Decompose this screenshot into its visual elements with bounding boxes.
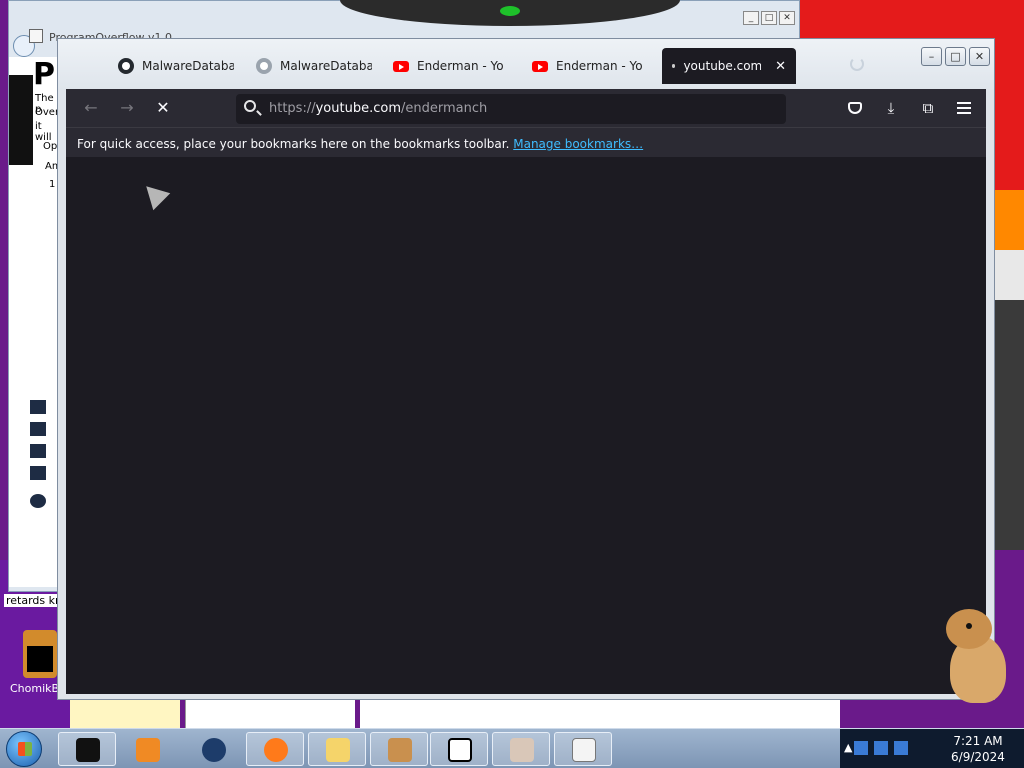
back-icon[interactable]: ← bbox=[80, 97, 102, 119]
nav-toolbar: ← → ✕ https://youtube.com/endermanch ⤓ ⧉ bbox=[66, 89, 986, 127]
taskbar-app-black-window[interactable] bbox=[58, 732, 116, 766]
wallpaper-orange-block bbox=[995, 190, 1024, 250]
bookmarks-message: For quick access, place your bookmarks h… bbox=[77, 137, 510, 151]
taskbar-app-earth[interactable] bbox=[184, 732, 242, 766]
paint-icon bbox=[572, 738, 596, 762]
desktop-text-strip: retards kn bbox=[4, 594, 64, 607]
leaf-icon bbox=[500, 6, 520, 16]
clock[interactable]: 7:21 AM 6/9/2024 bbox=[944, 733, 1012, 765]
github-icon bbox=[256, 58, 272, 74]
monitor-icon[interactable] bbox=[30, 422, 46, 436]
url-path: /endermanch bbox=[400, 101, 488, 116]
tab-enderman-youtube-2[interactable]: Enderman - YouTube bbox=[522, 48, 652, 84]
wallpaper-yellow-block bbox=[70, 700, 180, 728]
hamster-icon bbox=[388, 738, 412, 762]
group-label: Op bbox=[43, 141, 58, 152]
tab-label: MalwareDatabase bbox=[142, 59, 234, 73]
windows-logo-icon bbox=[18, 742, 32, 756]
cat-icon bbox=[510, 738, 534, 762]
loading-dot-icon bbox=[672, 64, 676, 68]
tab-close-icon[interactable]: ✕ bbox=[775, 59, 786, 74]
window-controls: _ □ ✕ bbox=[743, 11, 795, 25]
firefox-icon bbox=[264, 738, 288, 762]
app-icon bbox=[29, 29, 43, 43]
loading-spinner-icon bbox=[850, 57, 864, 71]
maximize-button[interactable]: □ bbox=[945, 47, 966, 66]
monitor-icon[interactable] bbox=[30, 466, 46, 480]
taskbar-app-cat[interactable] bbox=[492, 732, 550, 766]
tab-label: Enderman - YouTube bbox=[556, 59, 642, 73]
tab-label: youtube.com/e bbox=[683, 59, 762, 73]
tray-app-icon[interactable] bbox=[894, 741, 908, 755]
close-button[interactable]: ✕ bbox=[969, 47, 990, 66]
taskbar-app-paint[interactable] bbox=[554, 732, 612, 766]
taskbar-app-firefox[interactable] bbox=[246, 732, 304, 766]
tab-malwaredatabase-1[interactable]: MalwareDatabase bbox=[108, 48, 244, 84]
hamster-eye bbox=[966, 623, 972, 629]
folder-icon[interactable] bbox=[30, 400, 46, 414]
tab-enderman-youtube-1[interactable]: Enderman - YouTube bbox=[383, 48, 513, 84]
url-text[interactable]: https://youtube.com/endermanch bbox=[269, 101, 487, 116]
clock-time: 7:21 AM bbox=[953, 734, 1003, 748]
wallpaper-white-block bbox=[185, 700, 355, 728]
start-button[interactable] bbox=[6, 731, 42, 767]
tray-app-icon[interactable] bbox=[854, 741, 868, 755]
forward-icon[interactable]: → bbox=[116, 97, 138, 119]
tab-label: MalwareDatabase bbox=[280, 59, 372, 73]
page-content[interactable] bbox=[66, 157, 986, 694]
tray-icons bbox=[854, 741, 908, 755]
tab-youtube-active[interactable]: youtube.com/e ✕ bbox=[662, 48, 796, 84]
url-bar[interactable]: https://youtube.com/endermanch bbox=[236, 94, 786, 124]
manage-bookmarks-link[interactable]: Manage bookmarks… bbox=[513, 137, 643, 151]
firefox-window[interactable]: MalwareDatabase MalwareDatabase Enderman… bbox=[57, 38, 995, 700]
chomik-icon bbox=[23, 630, 57, 678]
youtube-icon bbox=[393, 60, 409, 72]
clock-date: 6/9/2024 bbox=[951, 750, 1005, 764]
taskbar-app-7zip[interactable] bbox=[430, 732, 488, 766]
bookmarks-toolbar: For quick access, place your bookmarks h… bbox=[66, 127, 986, 157]
maximize-button[interactable]: □ bbox=[761, 11, 777, 25]
folder-icon bbox=[326, 738, 350, 762]
menu-icon[interactable] bbox=[954, 98, 974, 118]
wallpaper-white-block-2 bbox=[360, 700, 840, 728]
stop-icon[interactable]: ✕ bbox=[152, 97, 174, 119]
tree-item-icons bbox=[30, 400, 46, 516]
dark-side-bar bbox=[9, 75, 33, 165]
minimize-button[interactable]: _ bbox=[743, 11, 759, 25]
7zip-icon bbox=[448, 738, 472, 762]
network-icon[interactable] bbox=[30, 494, 46, 508]
pocket-icon[interactable] bbox=[845, 98, 865, 118]
hamster-head bbox=[946, 609, 992, 649]
tab-strip: MalwareDatabase MalwareDatabase Enderman… bbox=[58, 39, 994, 89]
earth-icon bbox=[202, 738, 226, 762]
taskbar-app-media[interactable] bbox=[118, 732, 176, 766]
extensions-icon[interactable]: ⧉ bbox=[918, 98, 938, 118]
field-value[interactable]: 1 bbox=[49, 179, 55, 190]
monitor-icon[interactable] bbox=[30, 444, 46, 458]
mouse-cursor-icon bbox=[137, 177, 171, 211]
search-icon bbox=[244, 100, 256, 112]
hamster-mascot[interactable] bbox=[940, 605, 1010, 705]
wallpaper-white-strip bbox=[995, 250, 1024, 300]
tab-malwaredatabase-2[interactable]: MalwareDatabase bbox=[246, 48, 382, 84]
github-icon bbox=[118, 58, 134, 74]
tab-label: Enderman - YouTube bbox=[417, 59, 503, 73]
show-hidden-icons-icon[interactable]: ▲ bbox=[844, 741, 852, 754]
media-player-icon bbox=[136, 738, 160, 762]
youtube-icon bbox=[532, 60, 548, 72]
url-host: youtube.com bbox=[315, 101, 401, 116]
window-controls: – □ ✕ bbox=[921, 47, 990, 66]
panel-text-line: Over bbox=[35, 107, 60, 118]
system-tray: ▲ 7:21 AM 6/9/2024 bbox=[840, 729, 1024, 768]
taskbar-app-explorer[interactable] bbox=[308, 732, 366, 766]
black-window-icon bbox=[76, 738, 100, 762]
minimize-button[interactable]: – bbox=[921, 47, 942, 66]
taskbar-app-hamster[interactable] bbox=[370, 732, 428, 766]
url-protocol: https:// bbox=[269, 101, 316, 116]
download-icon[interactable]: ⤓ bbox=[881, 98, 901, 118]
taskbar: ▲ 7:21 AM 6/9/2024 bbox=[0, 728, 1024, 768]
close-button[interactable]: ✕ bbox=[779, 11, 795, 25]
tray-app-icon[interactable] bbox=[874, 741, 888, 755]
